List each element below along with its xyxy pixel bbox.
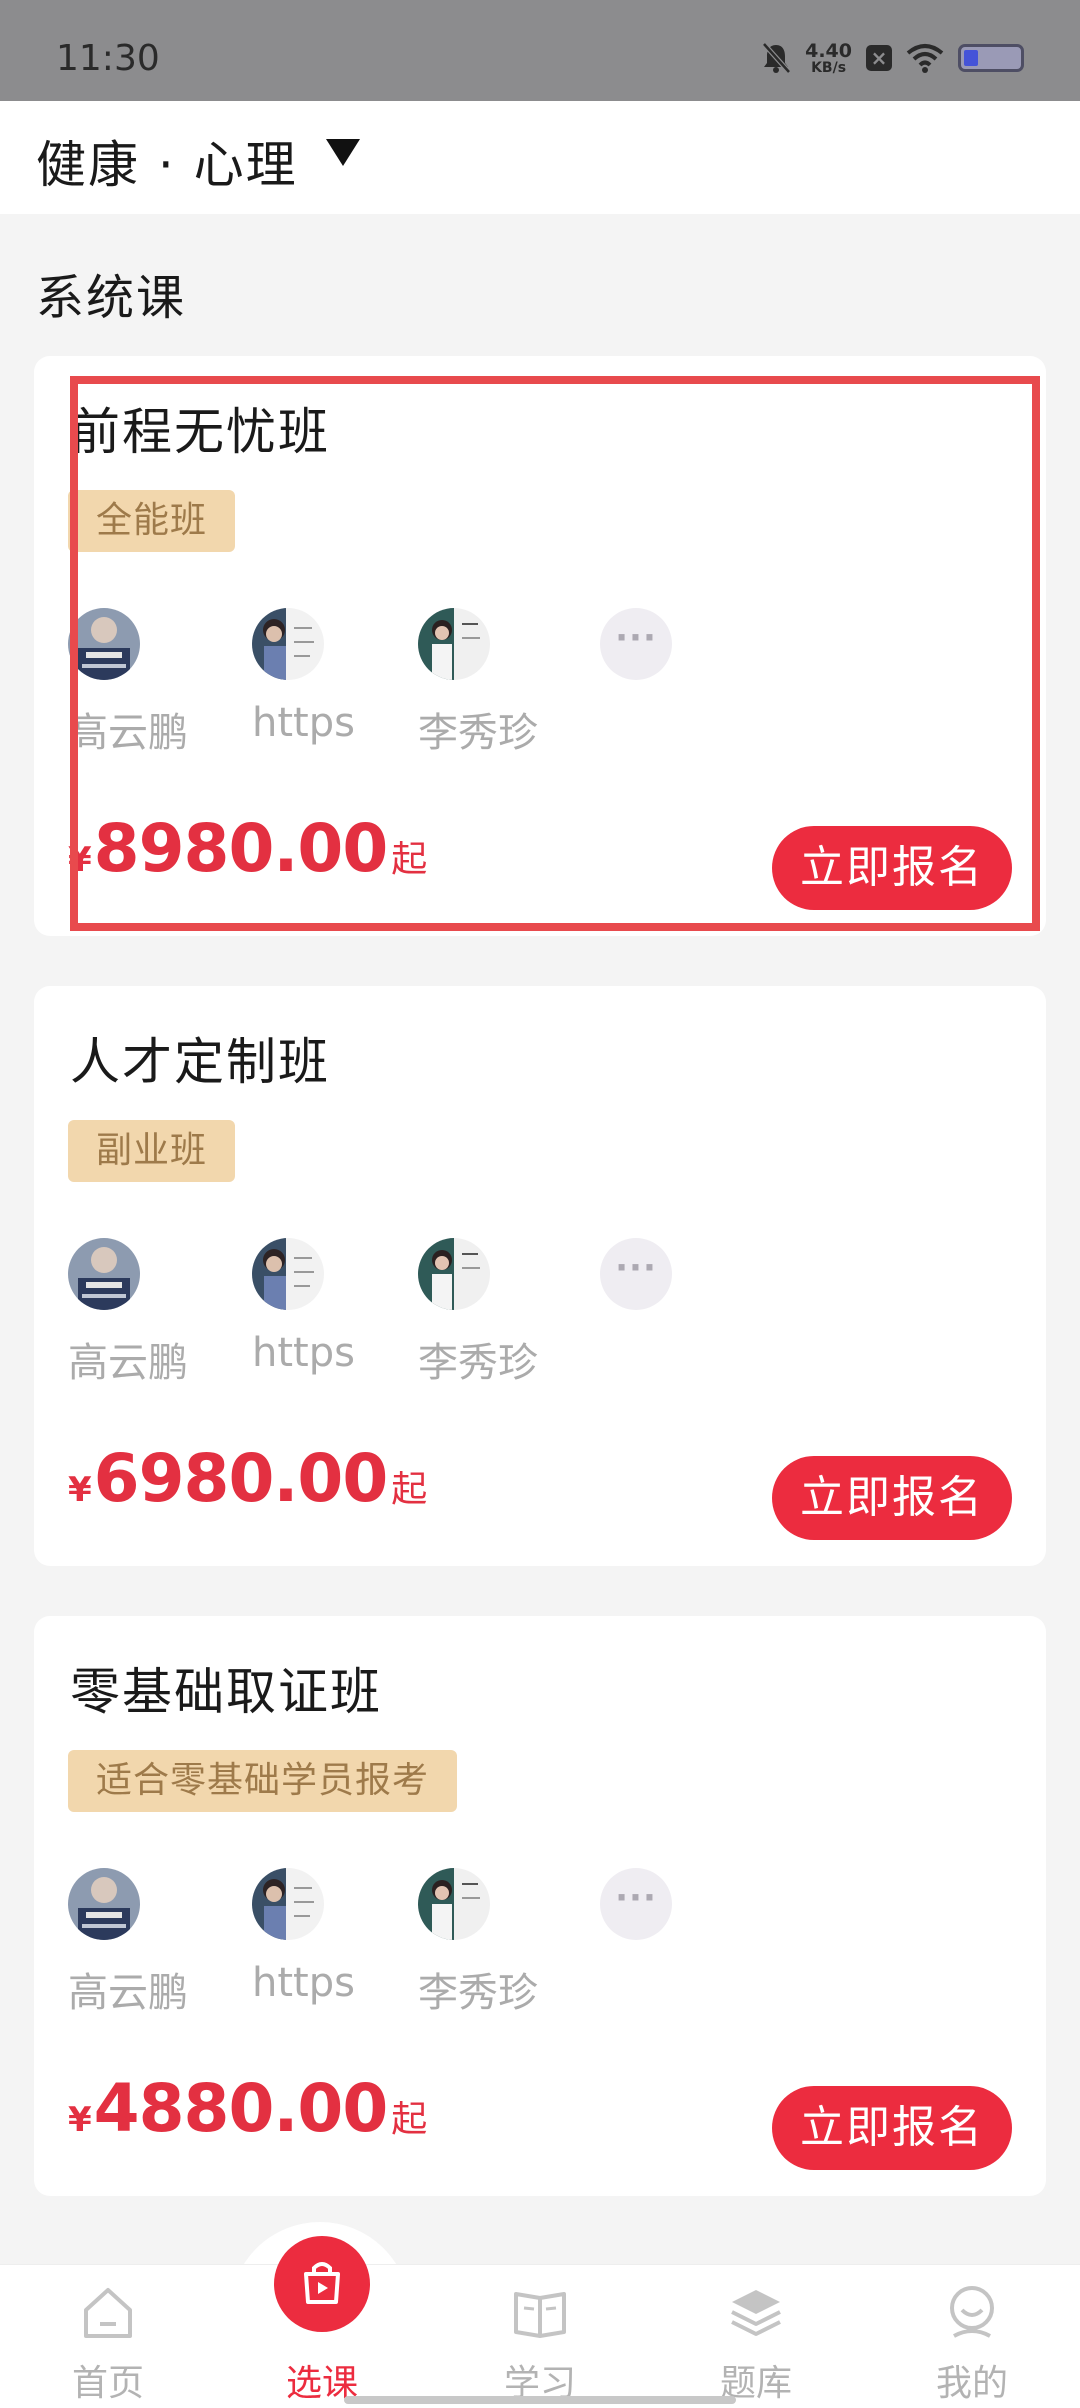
course-title: 前程无忧班 — [70, 403, 330, 461]
nav-item-study[interactable]: 学习 — [460, 2264, 620, 2408]
price-symbol: ¥ — [68, 840, 92, 880]
more-teachers-icon[interactable]: ··· — [600, 608, 672, 680]
profile-icon — [950, 2286, 994, 2338]
price: ¥ 8980.00 起 — [68, 810, 427, 887]
avatar — [418, 1868, 490, 1940]
nav-label: 首页 — [71, 2363, 144, 2404]
teacher-name: 高云鹏 — [68, 1970, 188, 2016]
category-selector[interactable]: 健康 · 心理 — [36, 125, 298, 197]
nav-item-home[interactable]: 首页 — [28, 2264, 188, 2408]
avatar — [252, 1238, 324, 1310]
price-suffix: 起 — [391, 1469, 428, 1510]
avatar — [252, 1868, 324, 1940]
net-speed-value: 4.40 — [805, 39, 852, 62]
bell-off-icon — [762, 42, 791, 74]
nav-item-question-bank[interactable]: 题库 — [676, 2264, 836, 2408]
enroll-button[interactable]: 立即报名 — [772, 1456, 1012, 1540]
more-teachers-icon[interactable]: ··· — [600, 1238, 672, 1310]
x-box-icon: × — [866, 45, 892, 71]
avatar — [418, 608, 490, 680]
course-tag: 副业班 — [68, 1120, 236, 1182]
price: ¥ 6980.00 起 — [68, 1440, 427, 1517]
course-card[interactable]: 前程无忧班 全能班 高云鹏 https 李秀珍 ··· ¥ 8980.00 起 … — [34, 356, 1046, 936]
avatar — [68, 1238, 140, 1310]
enroll-button[interactable]: 立即报名 — [772, 826, 1012, 910]
nav-item-courses[interactable]: 选课 — [242, 2262, 402, 2408]
avatar — [252, 608, 324, 680]
teacher[interactable]: 李秀珍 — [418, 1238, 598, 1386]
price-amount: 6980.00 — [93, 1440, 389, 1517]
avatar — [68, 608, 140, 680]
avatar — [418, 1238, 490, 1310]
status-icons: 4.40 KB/s × — [761, 38, 1024, 78]
home-indicator[interactable] — [344, 2396, 736, 2404]
battery-icon — [958, 44, 1024, 72]
teacher[interactable]: https — [252, 608, 432, 748]
price: ¥ 4880.00 起 — [68, 2070, 427, 2147]
teacher[interactable]: 高云鹏 — [68, 1238, 248, 1386]
teacher-name: https — [252, 700, 355, 746]
teacher-name: https — [252, 1960, 355, 2006]
teacher-name: https — [252, 1330, 355, 1376]
enroll-button[interactable]: 立即报名 — [772, 2086, 1012, 2170]
course-title: 零基础取证班 — [70, 1663, 382, 1721]
teacher[interactable]: 高云鹏 — [68, 1868, 248, 2016]
price-amount: 8980.00 — [93, 810, 389, 887]
battery-fill — [964, 50, 978, 66]
price-suffix: 起 — [391, 2099, 428, 2140]
price-symbol: ¥ — [68, 2100, 92, 2140]
header: 健康 · 心理 — [0, 101, 1080, 214]
book-icon — [514, 2292, 566, 2338]
price-amount: 4880.00 — [93, 2070, 389, 2147]
teacher[interactable]: https — [252, 1868, 432, 2008]
teacher-name: 李秀珍 — [418, 1970, 538, 2016]
teacher-name: 高云鹏 — [68, 710, 188, 756]
course-tag: 全能班 — [68, 490, 236, 552]
teacher-name: 高云鹏 — [68, 1340, 188, 1386]
teacher[interactable]: 高云鹏 — [68, 608, 248, 756]
course-tag: 适合零基础学员报考 — [68, 1750, 458, 1812]
nav-item-profile[interactable]: 我的 — [892, 2264, 1052, 2408]
avatar — [68, 1868, 140, 1940]
status-time: 11:30 — [56, 38, 160, 79]
teacher[interactable]: https — [252, 1238, 432, 1378]
layers-icon — [731, 2290, 781, 2336]
net-speed-unit: KB/s — [811, 59, 847, 76]
nav-label: 我的 — [935, 2363, 1008, 2404]
price-suffix: 起 — [391, 839, 428, 880]
teacher-name: 李秀珍 — [418, 1340, 538, 1386]
section-title: 系统课 — [36, 270, 187, 326]
net-speed: 4.40 KB/s — [805, 39, 852, 76]
teacher[interactable]: 李秀珍 — [418, 1868, 598, 2016]
wifi-icon — [906, 44, 944, 73]
status-bar: 11:30 4.40 KB/s × — [0, 0, 1080, 101]
teacher[interactable]: 李秀珍 — [418, 608, 598, 756]
course-card[interactable]: 人才定制班 副业班 高云鹏 https 李秀珍 ··· ¥ 6980.00 起 … — [34, 986, 1046, 1566]
caret-down-icon[interactable] — [326, 139, 360, 166]
home-icon — [84, 2288, 132, 2338]
teacher-name: 李秀珍 — [418, 710, 538, 756]
shopping-bag-icon — [304, 2262, 340, 2304]
more-teachers-icon[interactable]: ··· — [600, 1868, 672, 1940]
course-card[interactable]: 零基础取证班 适合零基础学员报考 高云鹏 https 李秀珍 ··· ¥ 488… — [34, 1616, 1046, 2196]
price-symbol: ¥ — [68, 1470, 92, 1510]
course-title: 人才定制班 — [70, 1033, 330, 1091]
